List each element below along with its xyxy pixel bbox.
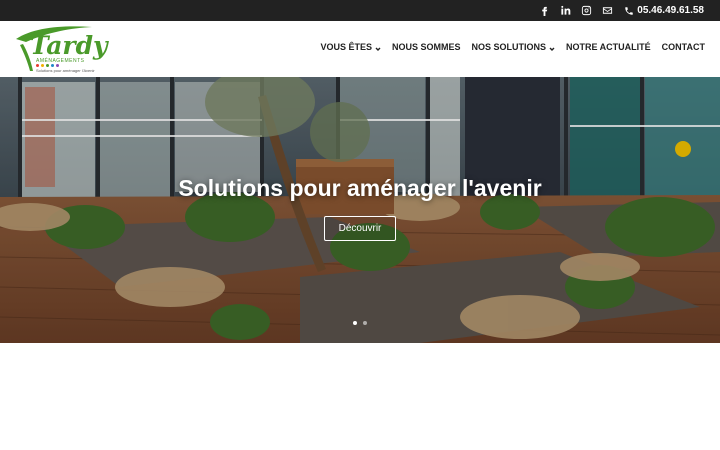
main-nav: VOUS ÊTES NOUS SOMMES NOS SOLUTIONS NOTR… [309,21,705,73]
slider-pagination [0,321,720,325]
logo-wordmark: Tardy [30,31,108,60]
nav-item-label: VOUS ÊTES [320,42,372,52]
social-links: 05.46.49.61.58 [530,0,704,21]
slider-dot[interactable] [363,321,367,325]
logo-color-dots [36,64,61,67]
phone-number: 05.46.49.61.58 [637,5,704,16]
nav-item-nous-sommes[interactable]: NOUS SOMMES [392,42,461,52]
phone-link[interactable]: 05.46.49.61.58 [624,5,704,16]
nav-item-label: NOS SOLUTIONS [471,42,546,52]
chevron-down-icon [375,44,381,51]
nav-item-label: CONTACT [661,42,705,52]
phone-icon [625,6,634,15]
hero-title: Solutions pour aménager l'avenir [178,175,542,201]
hero-slider: Solutions pour aménager l'avenir Découvr… [0,77,720,343]
site-header: Tardy AMÉNAGEMENTS Solutions pour aménag… [0,21,720,77]
discover-button[interactable]: Découvrir [324,216,396,241]
nav-item-label: NOTRE ACTUALITÉ [566,42,651,52]
facebook-icon[interactable] [537,4,551,18]
nav-item-vous-etes[interactable]: VOUS ÊTES [320,42,381,52]
logo-tagline: Solutions pour aménager l'Avenir [36,68,95,73]
hero-background-image [0,77,720,343]
logo[interactable]: Tardy AMÉNAGEMENTS Solutions pour aménag… [14,23,108,75]
mail-icon[interactable] [600,4,614,18]
nav-item-notre-actualite[interactable]: NOTRE ACTUALITÉ [566,42,651,52]
nav-item-label: NOUS SOMMES [391,42,461,52]
nav-item-nos-solutions[interactable]: NOS SOLUTIONS [471,42,555,52]
slider-dot[interactable] [353,321,357,325]
nav-item-contact[interactable]: CONTACT [662,42,705,52]
instagram-icon[interactable] [579,4,593,18]
linkedin-icon[interactable] [558,4,572,18]
top-bar: 05.46.49.61.58 [0,0,720,21]
chevron-down-icon [549,44,555,51]
